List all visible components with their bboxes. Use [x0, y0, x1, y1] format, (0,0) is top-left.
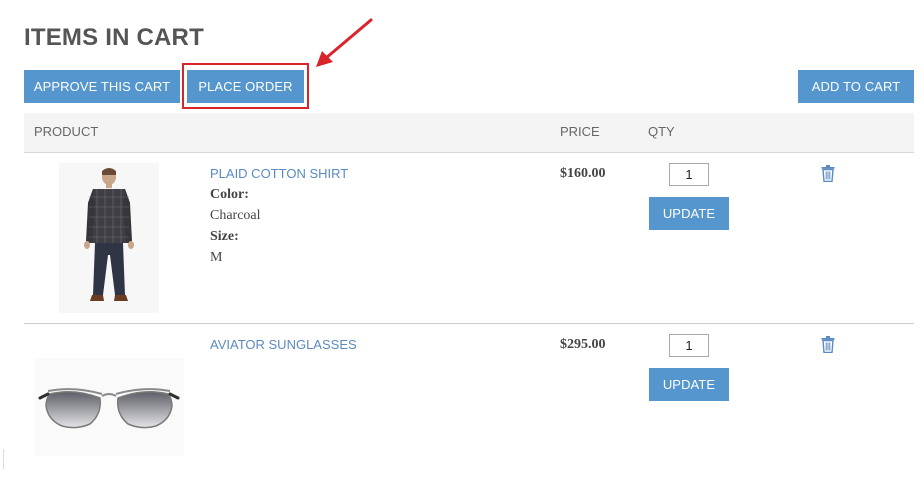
add-to-cart-button[interactable]: ADD TO CART — [798, 70, 914, 103]
attr-value: Charcoal — [210, 208, 261, 223]
product-name-link[interactable]: PLAID COTTON SHIRT — [210, 166, 348, 181]
product-name-link[interactable]: AVIATOR SUNGLASSES — [210, 337, 357, 352]
cart-table-header: PRODUCT PRICE QTY — [24, 113, 914, 153]
update-button[interactable]: UPDATE — [649, 197, 729, 230]
place-order-highlight — [182, 63, 309, 109]
product-image-shirt — [59, 163, 159, 313]
header-product: PRODUCT — [34, 124, 99, 139]
header-price: PRICE — [560, 124, 600, 139]
product-attributes: Color: Charcoal Size: M — [210, 184, 261, 268]
update-button[interactable]: UPDATE — [649, 368, 729, 401]
quantity-input[interactable] — [669, 334, 709, 357]
item-price: $160.00 — [560, 166, 606, 181]
approve-cart-button[interactable]: APPROVE THIS CART — [24, 70, 180, 103]
attr-label: Color: — [210, 187, 249, 202]
attr-value: M — [210, 250, 223, 265]
page-title: ITEMS IN CART — [24, 24, 204, 51]
row-divider — [24, 323, 914, 324]
product-image-sunglasses — [34, 358, 184, 456]
trash-icon[interactable] — [821, 165, 835, 182]
annotation-arrow-icon — [316, 18, 373, 67]
page-edge-divider — [0, 449, 4, 469]
attr-label: Size: — [210, 229, 239, 244]
header-qty: QTY — [648, 124, 675, 139]
quantity-input[interactable] — [669, 163, 709, 186]
item-price: $295.00 — [560, 337, 606, 352]
trash-icon[interactable] — [821, 336, 835, 353]
